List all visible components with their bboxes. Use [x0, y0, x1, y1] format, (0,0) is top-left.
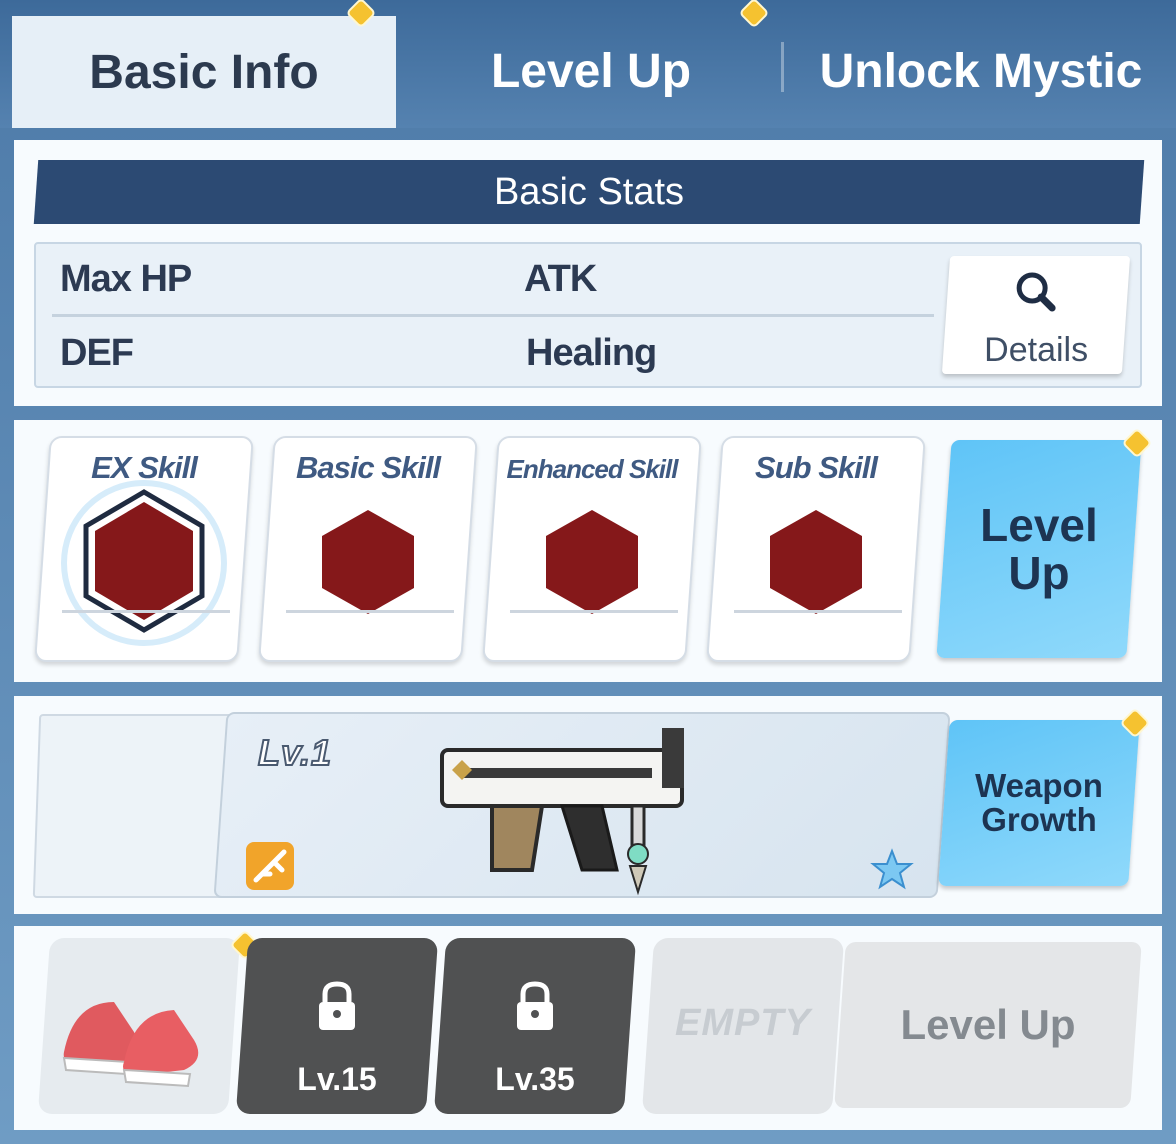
tab-divider [781, 42, 784, 92]
tab-bar: Basic Info Level Up Unlock Mystic [0, 0, 1176, 128]
weapon-level: Lv.1 [257, 731, 333, 774]
skill-level-up-label: Level Up [980, 499, 1098, 599]
equipment-slot-empty[interactable]: EMPTY [641, 938, 845, 1114]
basic-stats-header: Basic Stats [33, 160, 1145, 224]
skill-level-up-button[interactable]: Level Up [936, 440, 1142, 658]
sub-skill-icon [770, 510, 862, 614]
weapon-panel: Lv.1 Weapon Growth [14, 696, 1162, 914]
equipment-panel: Lv.15 Lv.35 EMPTY Level Up [14, 926, 1162, 1130]
skill-level-bar [62, 610, 230, 613]
basic-skill-card[interactable]: Basic Skill [258, 436, 478, 662]
tab-basic-info[interactable]: Basic Info [12, 16, 396, 128]
skill-name: Sub Skill [755, 450, 877, 485]
weapon-card[interactable]: Lv.1 [213, 712, 951, 898]
lock-icon [517, 981, 553, 1030]
enhanced-skill-card[interactable]: Enhanced Skill [482, 436, 702, 662]
tab-unlock-mystic[interactable]: Unlock Mystic [786, 14, 1176, 128]
magnifier-icon [1016, 272, 1056, 312]
skill-level-up-line-1: Level [980, 499, 1098, 551]
equipment-slot-locked[interactable]: Lv.15 [235, 938, 439, 1114]
weapon-growth-line-2: Growth [981, 801, 1097, 838]
stat-max-hp: Max HP [60, 258, 192, 300]
stats-divider [52, 314, 934, 317]
skill-level-up-line-2: Up [1008, 547, 1070, 599]
basic-skill-icon [322, 510, 414, 614]
equipment-slot-shoes[interactable] [37, 938, 241, 1114]
slot-unlock-level: Lv.15 [297, 1061, 377, 1097]
empty-slot-label: EMPTY [675, 1002, 811, 1044]
tab-unlock-mystic-label: Unlock Mystic [819, 44, 1143, 98]
stat-def: DEF [60, 332, 134, 374]
tab-basic-info-label: Basic Info [89, 45, 319, 99]
sub-skill-card[interactable]: Sub Skill [706, 436, 926, 662]
ex-skill-card[interactable]: EX Skill [34, 436, 254, 662]
equipment-level-up-label: Level Up [900, 1001, 1076, 1048]
basic-stats-panel: Basic Stats Max HP ATK DEF Healing Detai… [14, 140, 1162, 406]
smg-weapon-icon [440, 728, 684, 896]
star-icon [870, 848, 914, 890]
skill-level-bar [734, 610, 902, 613]
skill-level-bar [286, 610, 454, 613]
tab-level-up-label: Level Up [490, 44, 692, 98]
stat-healing: Healing [526, 332, 657, 374]
details-button[interactable]: Details [941, 256, 1131, 374]
skill-name: Basic Skill [295, 450, 441, 485]
weapon-empty-slot[interactable] [32, 714, 234, 898]
weapon-growth-line-1: Weapon [975, 767, 1103, 804]
slot-unlock-level: Lv.35 [495, 1061, 575, 1097]
basic-stats-title: Basic Stats [493, 170, 685, 213]
skills-panel: EX Skill Basic Skill Enhanced Skill Sub … [14, 420, 1162, 682]
equipment-slot-locked[interactable]: Lv.35 [433, 938, 637, 1114]
equipment-level-up-button[interactable]: Level Up [834, 942, 1142, 1108]
skill-level-bar [510, 610, 678, 613]
weapon-growth-button[interactable]: Weapon Growth [938, 720, 1140, 886]
enhanced-skill-icon [546, 510, 638, 614]
details-label: Details [984, 331, 1089, 369]
weapon-growth-label: Weapon Growth [975, 767, 1103, 838]
stat-atk: ATK [524, 258, 597, 300]
lock-icon [319, 981, 355, 1030]
ex-skill-icon [61, 480, 227, 646]
stats-box: Max HP ATK DEF Healing Details [34, 242, 1142, 388]
shoes-icon [62, 1002, 199, 1088]
tab-level-up[interactable]: Level Up [396, 14, 786, 128]
skill-name: Enhanced Skill [506, 454, 678, 484]
weapon-type-icon [246, 842, 294, 890]
